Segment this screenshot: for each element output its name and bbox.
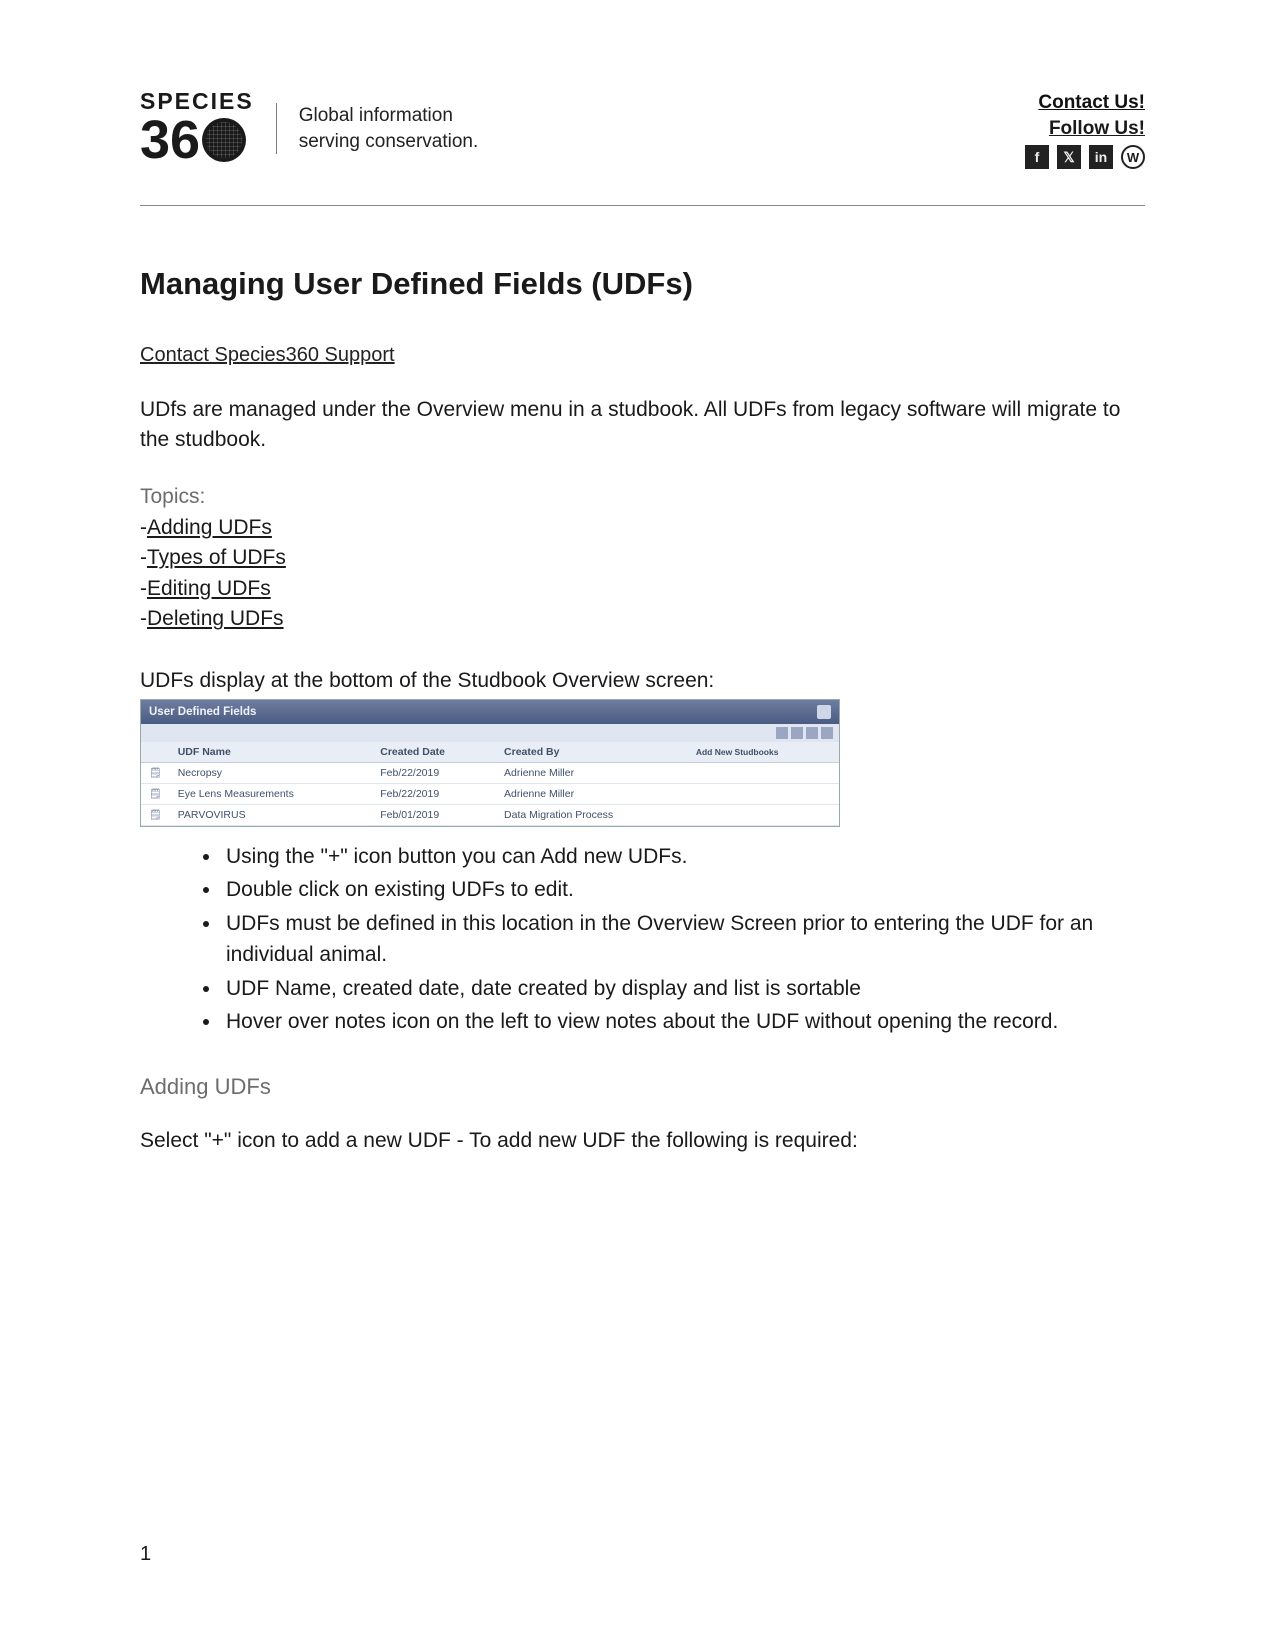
table-row[interactable]: PARVOVIRUS Feb/01/2019 Data Migration Pr… <box>141 804 839 825</box>
cell-name: Eye Lens Measurements <box>170 783 373 804</box>
page-header: SPECIES 36 Global information serving co… <box>140 90 1145 169</box>
page-number: 1 <box>140 1543 151 1566</box>
contact-block: Contact Us! Follow Us! f 𝕏 in W <box>1025 90 1145 169</box>
cell-date: Feb/22/2019 <box>372 783 496 804</box>
list-item: UDF Name, created date, date created by … <box>222 973 1145 1005</box>
cell-date: Feb/01/2019 <box>372 804 496 825</box>
toolbar-btn[interactable] <box>821 727 833 739</box>
notes-icon[interactable] <box>141 783 170 804</box>
cell-by: Adrienne Miller <box>496 762 688 783</box>
tagline: Global information serving conservation. <box>276 103 479 154</box>
table-header-row: UDF Name Created Date Created By Add New… <box>141 742 839 763</box>
list-item: Double click on existing UDFs to edit. <box>222 874 1145 906</box>
wordpress-icon[interactable]: W <box>1121 145 1145 169</box>
table-row[interactable]: Eye Lens Measurements Feb/22/2019 Adrien… <box>141 783 839 804</box>
cell-by: Adrienne Miller <box>496 783 688 804</box>
cell-extra <box>688 783 839 804</box>
facebook-icon[interactable]: f <box>1025 145 1049 169</box>
support-link[interactable]: Contact Species360 Support <box>140 344 395 367</box>
notes-icon[interactable] <box>141 762 170 783</box>
cell-name: PARVOVIRUS <box>170 804 373 825</box>
topics-heading: Topics: <box>140 485 1145 509</box>
bullet-list: Using the "+" icon button you can Add ne… <box>222 841 1145 1038</box>
twitter-icon[interactable]: 𝕏 <box>1057 145 1081 169</box>
contact-us-link[interactable]: Contact Us! <box>1038 92 1145 113</box>
udf-table: UDF Name Created Date Created By Add New… <box>141 742 839 826</box>
panel-caption: UDFs display at the bottom of the Studbo… <box>140 669 1145 693</box>
brand-block: SPECIES 36 Global information serving co… <box>140 90 478 167</box>
header-divider <box>140 205 1145 206</box>
logo-text-bottom: 36 <box>140 113 254 167</box>
topics-list: Adding UDFs Types of UDFs Editing UDFs D… <box>140 513 1145 635</box>
adding-body: Select "+" icon to add a new UDF - To ad… <box>140 1126 1145 1156</box>
follow-us-label: Follow Us! <box>1049 118 1145 139</box>
section-adding-udfs: Adding UDFs <box>140 1074 1145 1100</box>
cell-name: Necropsy <box>170 762 373 783</box>
toolbar-btn[interactable] <box>806 727 818 739</box>
col-udf-name[interactable]: UDF Name <box>170 742 373 763</box>
topic-link-editing[interactable]: Editing UDFs <box>147 577 271 600</box>
col-created-by[interactable]: Created By <box>496 742 688 763</box>
panel-title: User Defined Fields <box>149 706 256 718</box>
list-item: Using the "+" icon button you can Add ne… <box>222 841 1145 873</box>
cell-extra <box>688 762 839 783</box>
toolbar-btn[interactable] <box>776 727 788 739</box>
cell-date: Feb/22/2019 <box>372 762 496 783</box>
social-icons: f 𝕏 in W <box>1025 145 1145 169</box>
col-note <box>141 742 170 763</box>
logo: SPECIES 36 <box>140 90 254 167</box>
topic-link-types[interactable]: Types of UDFs <box>147 546 286 569</box>
table-row[interactable]: Necropsy Feb/22/2019 Adrienne Miller <box>141 762 839 783</box>
col-created-date[interactable]: Created Date <box>372 742 496 763</box>
topic-link-deleting[interactable]: Deleting UDFs <box>147 607 284 630</box>
list-item: UDFs must be defined in this location in… <box>222 908 1145 971</box>
panel-titlebar: User Defined Fields <box>141 700 839 724</box>
toolbar-btn[interactable] <box>791 727 803 739</box>
intro-paragraph: UDfs are managed under the Overview menu… <box>140 395 1145 455</box>
panel-collapse-icon[interactable] <box>817 705 831 719</box>
globe-icon <box>202 118 246 162</box>
col-add-new[interactable]: Add New Studbooks <box>688 742 839 763</box>
page-title: Managing User Defined Fields (UDFs) <box>140 266 1145 302</box>
cell-by: Data Migration Process <box>496 804 688 825</box>
cell-extra <box>688 804 839 825</box>
list-item: Hover over notes icon on the left to vie… <box>222 1006 1145 1038</box>
topic-link-adding[interactable]: Adding UDFs <box>147 516 272 539</box>
linkedin-icon[interactable]: in <box>1089 145 1113 169</box>
udf-panel-screenshot: User Defined Fields UDF Name Created Dat… <box>140 699 840 827</box>
panel-toolbar <box>141 724 839 742</box>
notes-icon[interactable] <box>141 804 170 825</box>
